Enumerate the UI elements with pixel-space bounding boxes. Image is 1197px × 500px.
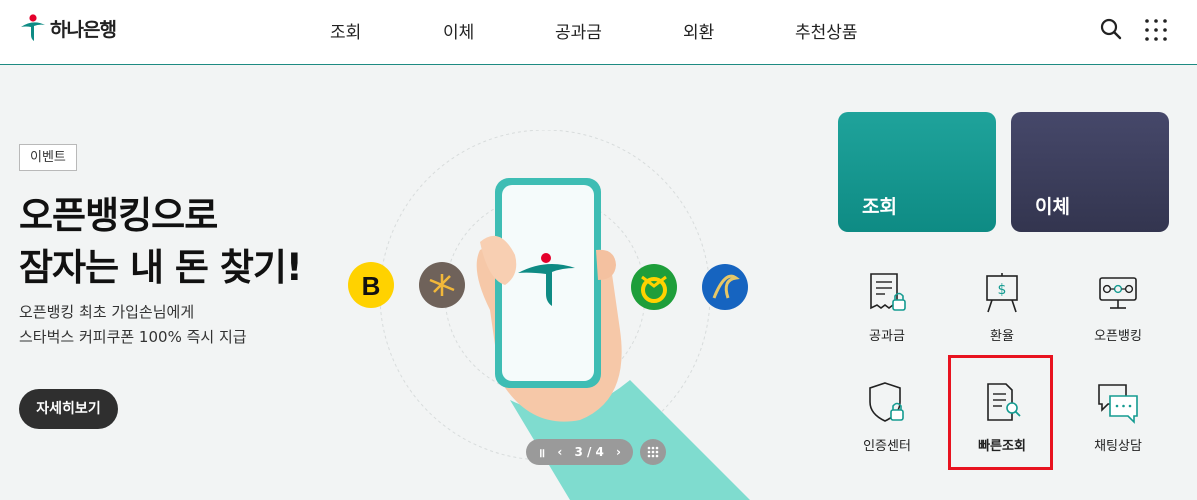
hana-bank-logo[interactable]: 하나은행 xyxy=(19,12,117,44)
tile-inquiry-label: 조회 xyxy=(862,196,897,218)
slide-list-button[interactable] xyxy=(640,439,666,465)
quick-item-label: 환율 xyxy=(990,329,1014,344)
headline-line-2: 잠자는 내 돈 찾기! xyxy=(19,246,303,289)
logo-text: 하나은행 xyxy=(50,18,117,41)
quick-item-open-banking[interactable]: 오픈뱅킹 xyxy=(1068,270,1168,360)
detail-button[interactable]: 자세히보기 xyxy=(19,389,118,429)
finger-shape xyxy=(596,249,616,280)
tile-transfer-label: 이체 xyxy=(1035,196,1070,218)
quick-item-label: 인증센터 xyxy=(863,439,911,454)
quick-item-exchange-rate[interactable]: $ 환율 xyxy=(952,270,1052,360)
nav-inquiry[interactable]: 조회 xyxy=(330,18,361,43)
bank-logo-nh xyxy=(631,264,677,310)
screen-logo-dot xyxy=(541,253,551,263)
header: 하나은행 조회 이체 공과금 외환 추천상품 xyxy=(0,0,1197,65)
headline-line-1: 오픈뱅킹으로 xyxy=(19,194,218,237)
prev-slide-button[interactable]: ‹ xyxy=(557,445,562,459)
bill-icon xyxy=(870,273,906,311)
slider-control: ॥ ‹ 3 / 4 › xyxy=(526,439,633,465)
search-icon[interactable] xyxy=(1099,17,1123,41)
quick-item-chat-consult[interactable]: 채팅상담 xyxy=(1068,380,1168,470)
quick-tile-transfer[interactable]: 이체 xyxy=(1011,112,1169,232)
quick-item-certificate-center[interactable]: 인증센터 xyxy=(837,380,937,470)
quick-item-label: 오픈뱅킹 xyxy=(1094,329,1142,344)
bank-logo-kb: B xyxy=(348,262,394,308)
document-search-icon xyxy=(987,383,1021,421)
bank-logo-shinhan xyxy=(702,264,748,310)
quick-item-quick-inquiry[interactable]: 빠른조회 xyxy=(952,380,1052,470)
bank-logo-ibk xyxy=(419,262,465,308)
all-menu-icon[interactable] xyxy=(1144,18,1168,42)
quick-item-utility-bills[interactable]: 공과금 xyxy=(837,270,937,360)
nav-utility-bills[interactable]: 공과금 xyxy=(555,18,602,43)
svg-text:$: $ xyxy=(998,282,1007,298)
pause-button[interactable]: ॥ xyxy=(538,444,545,461)
quick-item-label: 빠른조회 xyxy=(978,439,1026,454)
nav-transfer[interactable]: 이체 xyxy=(443,18,474,43)
kb-letter: B xyxy=(362,271,381,301)
slide-counter: 3 / 4 xyxy=(574,445,604,459)
subcopy-line-2: 스타벅스 커피쿠폰 100% 즉시 지급 xyxy=(19,328,247,346)
exchange-board-icon: $ xyxy=(986,273,1018,313)
chat-bubble-icon xyxy=(1098,384,1138,424)
hana-logo-icon xyxy=(21,14,45,41)
grid-icon xyxy=(647,446,659,458)
subcopy-line-1: 오픈뱅킹 최초 가입손님에게 xyxy=(19,303,195,321)
quick-item-label: 공과금 xyxy=(869,329,905,344)
shield-lock-icon xyxy=(869,382,904,422)
quick-item-label: 채팅상담 xyxy=(1094,439,1142,454)
quick-tile-inquiry[interactable]: 조회 xyxy=(838,112,996,232)
next-slide-button[interactable]: › xyxy=(616,445,621,459)
hero-subcopy: 오픈뱅킹 최초 가입손님에게 스타벅스 커피쿠폰 100% 즉시 지급 xyxy=(19,300,247,350)
event-badge: 이벤트 xyxy=(19,144,77,171)
open-banking-icon xyxy=(1099,277,1137,309)
hero-headline: 오픈뱅킹으로 잠자는 내 돈 찾기! xyxy=(19,190,303,294)
nav-foreign-exchange[interactable]: 외환 xyxy=(683,18,714,43)
nav-recommended-products[interactable]: 추천상품 xyxy=(795,18,858,43)
